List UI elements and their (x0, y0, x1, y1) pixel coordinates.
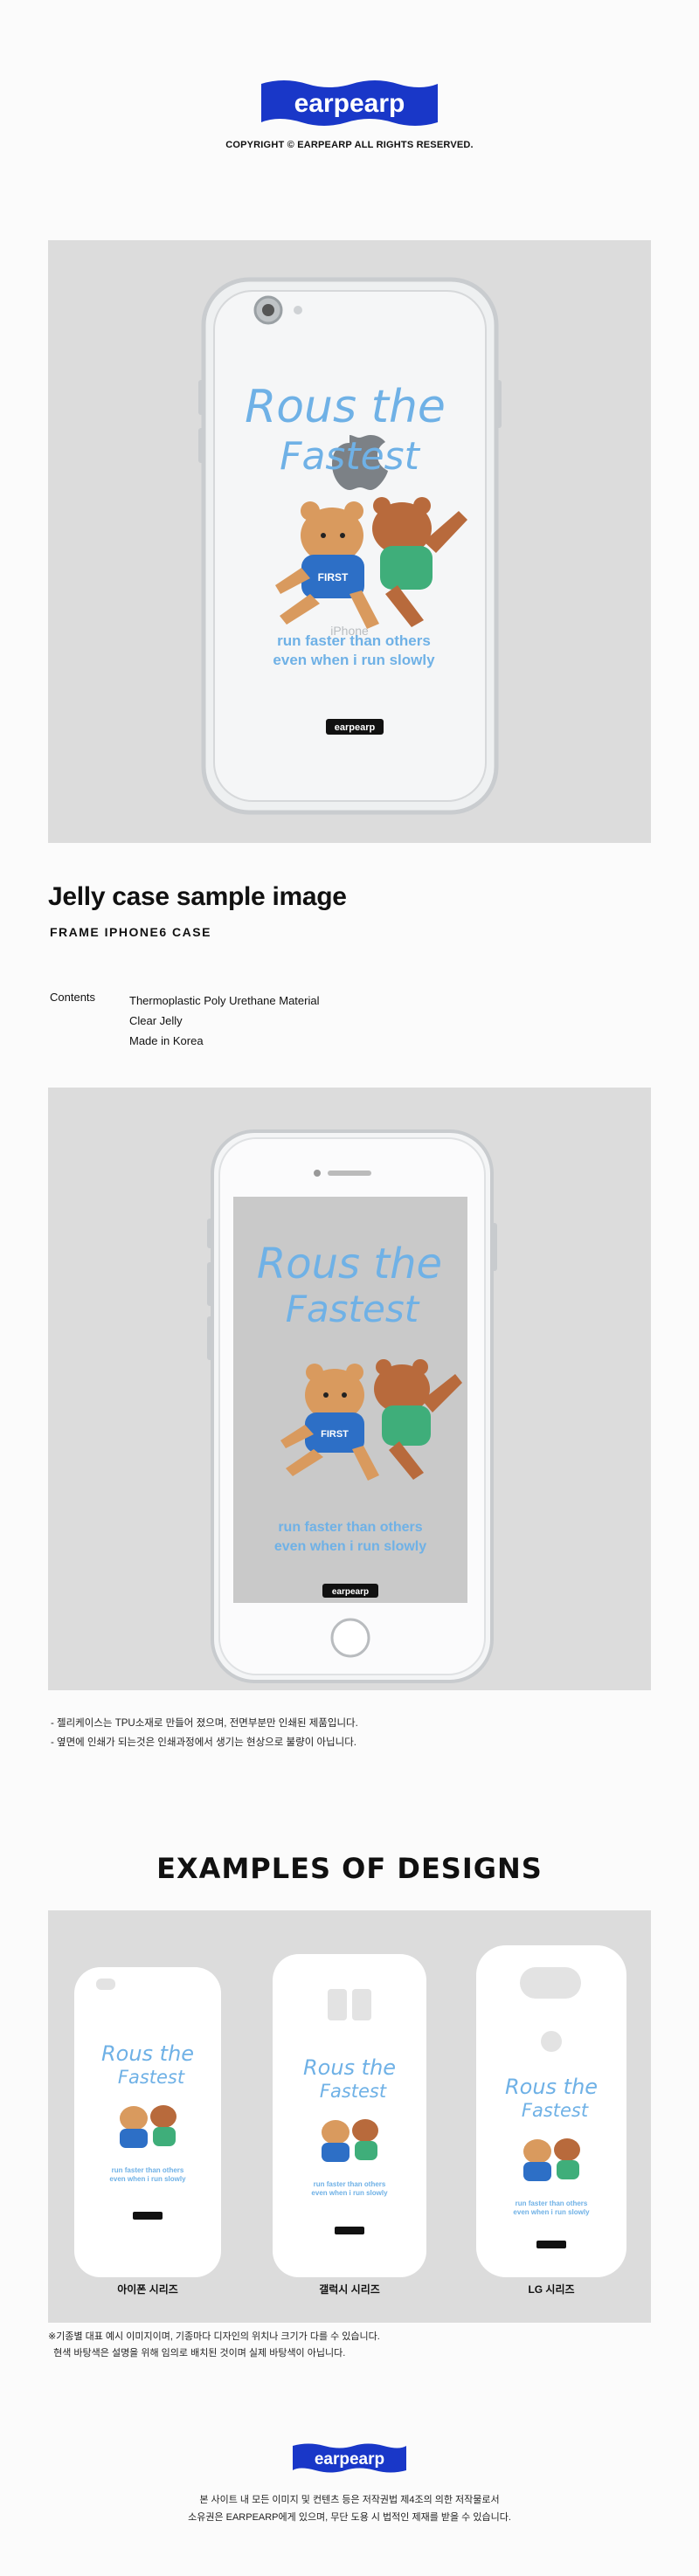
footer-line: 소유권은 EARPEARP에게 있으며, 무단 도용 시 법적인 제재를 받을 … (188, 2512, 511, 2523)
galaxy-case-example: Rous the Fastest run faster than others … (273, 1954, 426, 2277)
svg-text:even when i run slowly: even when i run slowly (274, 1539, 426, 1554)
svg-text:Rous the: Rous the (101, 2041, 194, 2066)
product-title: Jelly case sample image (48, 882, 347, 911)
svg-text:run faster than others: run faster than others (278, 1520, 422, 1535)
svg-text:earpearp: earpearp (315, 2450, 384, 2469)
svg-text:iPhone: iPhone (330, 624, 369, 638)
logo-text: earpearp (294, 89, 405, 118)
svg-text:run faster than others: run faster than others (314, 2180, 386, 2188)
case-notes: - 젤리케이스는 TPU소재로 만들어 졌으며, 전면부분만 인쇄된 제품입니다… (51, 1714, 358, 1752)
svg-text:even when i run slowly: even when i run slowly (109, 2175, 186, 2183)
svg-text:run faster than others: run faster than others (516, 2200, 588, 2207)
svg-text:FIRST: FIRST (321, 1429, 349, 1440)
svg-text:run faster than others: run faster than others (112, 2166, 184, 2174)
svg-text:FIRST: FIRST (318, 571, 349, 584)
svg-text:Fastest: Fastest (118, 2067, 185, 2088)
svg-text:Fastest: Fastest (286, 1288, 420, 1330)
copyright-text: COPYRIGHT © EARPEARP ALL RIGHTS RESERVED… (225, 140, 474, 150)
contents-item: Clear Jelly (129, 1014, 183, 1027)
example-notes: ※기종별 대표 예시 이미지이며, 기종마다 디자인의 위치나 크기가 다를 수… (48, 2329, 380, 2362)
note-line: - 옆면에 인쇄가 되는것은 인쇄과정에서 생기는 현상으로 불량이 아닙니다. (51, 1737, 356, 1748)
svg-text:Rous the: Rous the (257, 1240, 442, 1288)
contents-item: Made in Korea (129, 1034, 204, 1047)
note-line: ※기종별 대표 예시 이미지이며, 기종마다 디자인의 위치나 크기가 다를 수… (48, 2331, 380, 2342)
contents-label: Contents (50, 991, 96, 1004)
label-lg-series: LG 시리즈 (528, 2283, 575, 2296)
svg-text:even when i run slowly: even when i run slowly (311, 2189, 388, 2197)
footer-copyright-notice: 본 사이트 내 모든 이미지 및 컨텐츠 등은 저작권법 제4조의 의한 저작물… (0, 2491, 699, 2526)
note-line: - 젤리케이스는 TPU소재로 만들어 졌으며, 전면부분만 인쇄된 제품입니다… (51, 1718, 358, 1729)
lg-case-example: Rous the Fastest run faster than others … (476, 1945, 626, 2277)
iphone-case-example: Rous the Fastest run faster than others … (74, 1967, 221, 2277)
note-line: 현색 바탕색은 설명을 위해 임의로 배치된 것이며 실제 바탕색이 아닙니다. (48, 2348, 346, 2358)
product-subtitle: FRAME IPHONE6 CASE (50, 925, 211, 939)
svg-text:Fastest: Fastest (320, 2081, 387, 2102)
footer-logo: earpearp (291, 2441, 408, 2475)
svg-text:Rous the: Rous the (303, 2055, 396, 2080)
svg-text:Rous the: Rous the (245, 381, 446, 433)
svg-text:earpearp: earpearp (335, 722, 376, 733)
product-image-front: Rous the Fastest FIRST run faster than o… (48, 1088, 651, 1690)
contents-item: Thermoplastic Poly Urethane Material (129, 994, 320, 1007)
home-button-icon (330, 1618, 370, 1658)
svg-text:even when i run slowly: even when i run slowly (513, 2208, 590, 2216)
svg-text:Fastest: Fastest (280, 434, 420, 479)
footer-line: 본 사이트 내 모든 이미지 및 컨텐츠 등은 저작권법 제4조의 의한 저작물… (199, 2495, 500, 2505)
svg-text:Fastest: Fastest (522, 2100, 589, 2121)
contents-list: Thermoplastic Poly Urethane Material Cle… (129, 991, 319, 1051)
label-iphone-series: 아이폰 시리즈 (117, 2283, 178, 2296)
label-galaxy-series: 갤럭시 시리즈 (319, 2283, 380, 2296)
examples-panel: Rous the Fastest run faster than others … (48, 1910, 651, 2323)
svg-text:Rous the: Rous the (505, 2075, 598, 2099)
examples-title: EXAMPLES OF DESIGNS (156, 1852, 543, 1885)
svg-text:earpearp: earpearp (332, 1587, 369, 1597)
svg-text:even when i run slowly: even when i run slowly (273, 652, 435, 668)
product-image-back: Rous the Fastest FIRST run faster than o… (48, 240, 651, 843)
brand-logo: earpearp (258, 77, 441, 129)
